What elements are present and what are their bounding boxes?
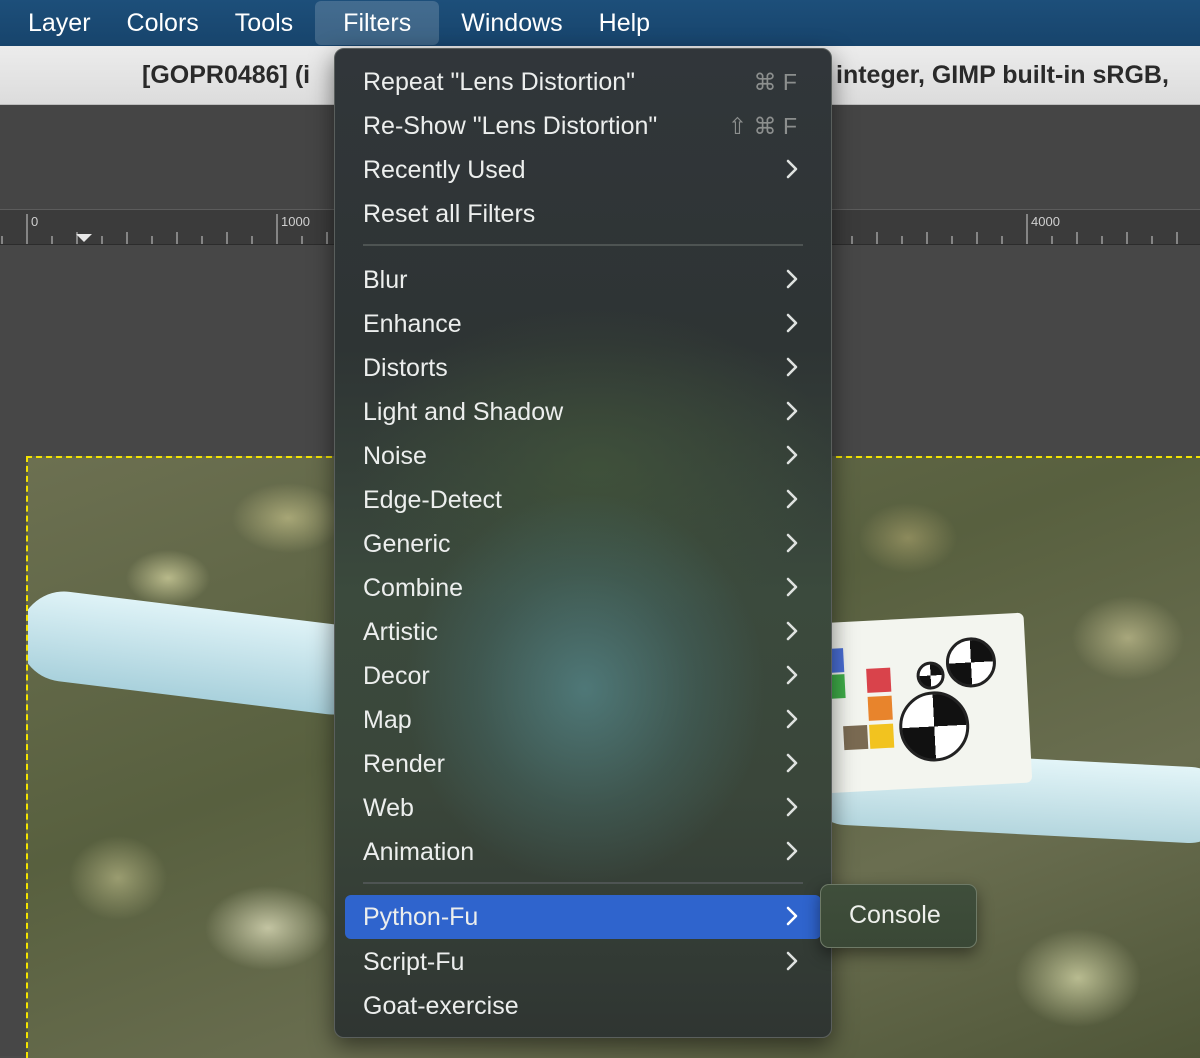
menu-item-label: Noise — [363, 441, 427, 470]
submenu-item-console[interactable]: Console — [849, 901, 941, 930]
menu-item-combine[interactable]: Combine — [345, 566, 821, 610]
menu-item-edge-detect[interactable]: Edge-Detect — [345, 478, 821, 522]
menu-item-label: Goat-exercise — [363, 991, 519, 1020]
menu-filters[interactable]: Filters — [315, 1, 440, 45]
menu-item-label: Render — [363, 749, 445, 778]
menu-item-label: Animation — [363, 837, 475, 866]
menu-layer[interactable]: Layer — [0, 1, 109, 45]
ruler-label-1000: 1000 — [281, 214, 310, 229]
menu-item-label: Enhance — [363, 309, 462, 338]
chevron-right-icon — [786, 159, 798, 179]
chevron-right-icon — [786, 533, 798, 553]
shortcut-label: ⇧ ⌘ F — [727, 112, 797, 139]
chevron-right-icon — [786, 621, 798, 641]
menu-item-label: Map — [363, 705, 412, 734]
app-menubar: Layer Colors Tools Filters Windows Help — [0, 0, 1200, 46]
menu-item-distorts[interactable]: Distorts — [345, 346, 821, 390]
photo-color-card — [813, 612, 1033, 794]
shortcut-label: ⌘ F — [753, 68, 797, 95]
menu-item-render[interactable]: Render — [345, 742, 821, 786]
chevron-right-icon — [786, 906, 798, 926]
window-title-left: [GOPR0486] (i — [142, 61, 311, 89]
menu-colors[interactable]: Colors — [109, 1, 217, 45]
menu-separator — [363, 882, 803, 884]
menu-item-label: Re-Show "Lens Distortion" — [363, 111, 658, 140]
menu-item-animation[interactable]: Animation — [345, 830, 821, 874]
menu-item-label: Reset all Filters — [363, 199, 536, 228]
menu-item-artistic[interactable]: Artistic — [345, 610, 821, 654]
chevron-right-icon — [786, 753, 798, 773]
menu-item-web[interactable]: Web — [345, 786, 821, 830]
chevron-right-icon — [786, 841, 798, 861]
menu-item-label: Web — [363, 793, 414, 822]
menu-windows[interactable]: Windows — [443, 1, 580, 45]
chevron-right-icon — [786, 357, 798, 377]
menu-item-blur[interactable]: Blur — [345, 258, 821, 302]
menu-item-label: Combine — [363, 573, 464, 602]
filters-menu: Repeat "Lens Distortion" ⌘ F Re-Show "Le… — [334, 48, 832, 1038]
chevron-right-icon — [786, 489, 798, 509]
menu-tools[interactable]: Tools — [217, 1, 311, 45]
menu-item-repeat-lens-distortion[interactable]: Repeat "Lens Distortion" ⌘ F — [345, 60, 821, 104]
ruler-label-0: 0 — [31, 214, 39, 229]
menu-item-goat-exercise[interactable]: Goat-exercise — [345, 984, 821, 1028]
menu-item-label: Light and Shadow — [363, 397, 564, 426]
menu-item-label: Blur — [363, 265, 408, 294]
photo-pipe-left — [28, 586, 383, 720]
menu-item-label: Edge-Detect — [363, 485, 502, 514]
menu-item-recently-used[interactable]: Recently Used — [345, 148, 821, 192]
menu-item-label: Script-Fu — [363, 947, 465, 976]
menu-item-script-fu[interactable]: Script-Fu — [345, 940, 821, 984]
menu-item-label: Recently Used — [363, 155, 526, 184]
menu-item-decor[interactable]: Decor — [345, 654, 821, 698]
menu-item-reset-all-filters[interactable]: Reset all Filters — [345, 192, 821, 236]
chevron-right-icon — [786, 951, 798, 971]
menu-item-label: Artistic — [363, 617, 438, 646]
python-fu-submenu: Console — [820, 884, 977, 948]
chevron-right-icon — [786, 401, 798, 421]
chevron-right-icon — [786, 445, 798, 465]
ruler-label-4000: 4000 — [1031, 214, 1060, 229]
chevron-right-icon — [786, 313, 798, 333]
chevron-right-icon — [786, 269, 798, 289]
menu-item-label: Decor — [363, 661, 430, 690]
menu-item-label: Repeat "Lens Distortion" — [363, 67, 636, 96]
menu-help[interactable]: Help — [581, 1, 668, 45]
menu-item-label: Generic — [363, 529, 451, 558]
menu-item-reshow-lens-distortion[interactable]: Re-Show "Lens Distortion" ⇧ ⌘ F — [345, 104, 821, 148]
chevron-right-icon — [786, 665, 798, 685]
menu-item-enhance[interactable]: Enhance — [345, 302, 821, 346]
menu-item-map[interactable]: Map — [345, 698, 821, 742]
menu-item-noise[interactable]: Noise — [345, 434, 821, 478]
menu-item-python-fu[interactable]: Python-Fu — [345, 895, 821, 939]
chevron-right-icon — [786, 797, 798, 817]
window-title-right: integer, GIMP built-in sRGB, — [836, 61, 1169, 89]
menu-item-label: Distorts — [363, 353, 448, 382]
menu-separator — [363, 244, 803, 246]
menu-item-light-and-shadow[interactable]: Light and Shadow — [345, 390, 821, 434]
menu-item-generic[interactable]: Generic — [345, 522, 821, 566]
menu-item-label: Python-Fu — [363, 902, 479, 931]
chevron-right-icon — [786, 577, 798, 597]
chevron-right-icon — [786, 709, 798, 729]
